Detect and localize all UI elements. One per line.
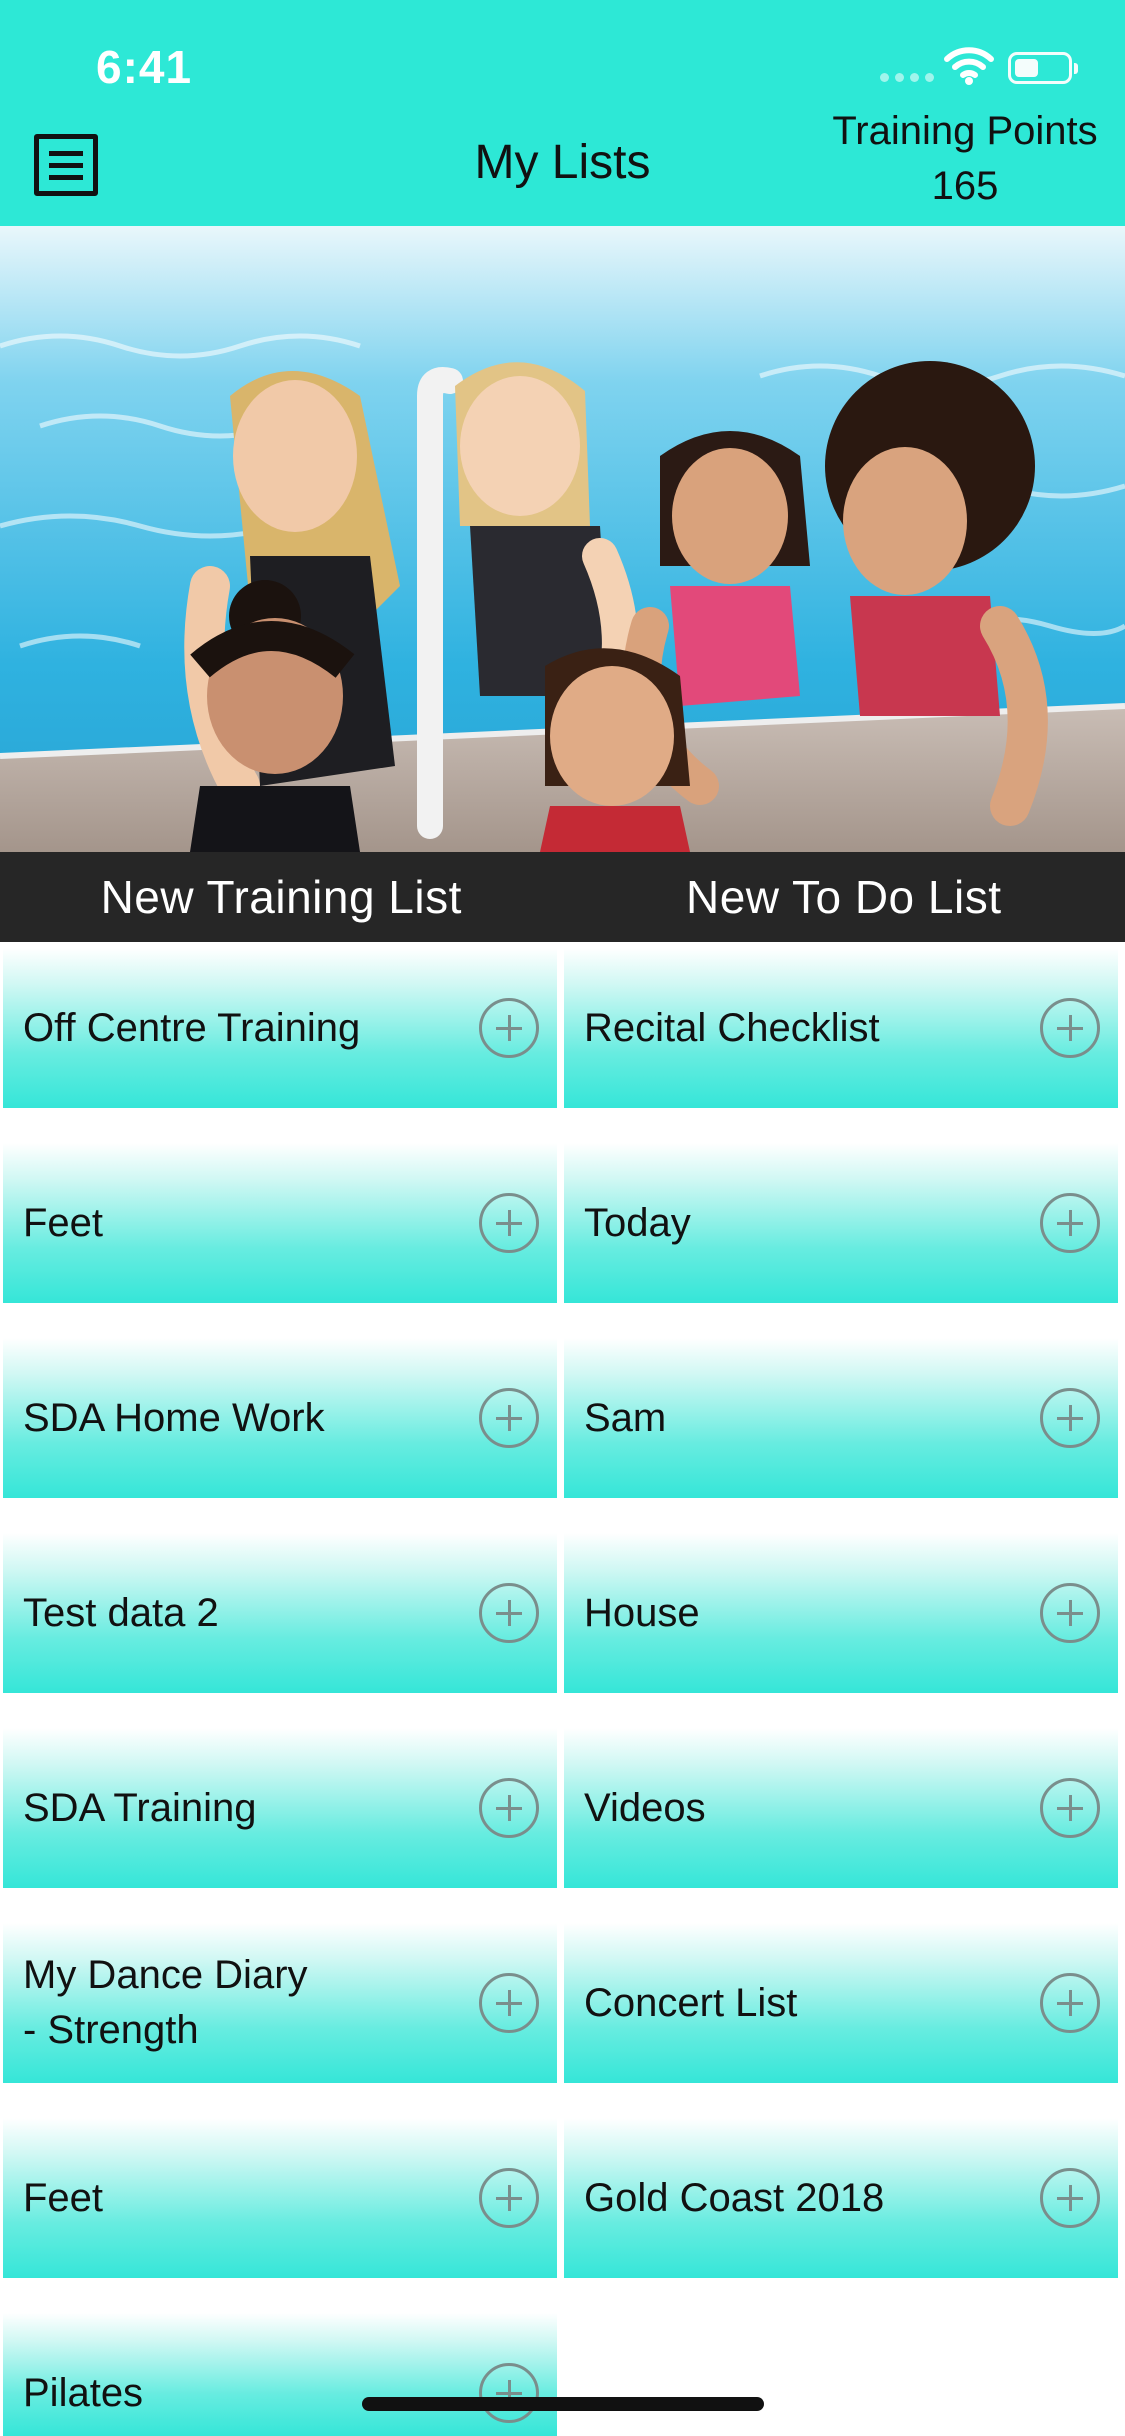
training-list-item[interactable]: Pilates	[3, 2313, 557, 2436]
cellular-icon	[880, 73, 934, 82]
list-item-label: Today	[584, 1200, 691, 1245]
home-indicator[interactable]	[362, 2397, 764, 2411]
training-list-item[interactable]: Off Centre Training	[3, 948, 557, 1108]
wifi-icon	[944, 47, 994, 85]
todo-list-item[interactable]: Sam	[564, 1338, 1118, 1498]
battery-level	[1015, 59, 1038, 77]
todo-list-item[interactable]: Gold Coast 2018	[564, 2118, 1118, 2278]
training-points-label: Training Points	[832, 109, 1098, 153]
top-bar: 6:41 My Lists Training Points 165	[0, 0, 1125, 226]
training-list-item[interactable]: My Dance Diary - Strength	[3, 1923, 557, 2083]
list-item-label: Off Centre Training	[23, 1005, 361, 1050]
todo-list-item[interactable]: Concert List	[564, 1923, 1118, 2083]
list-item-label: Feet	[23, 2175, 104, 2220]
add-circle-icon[interactable]	[1040, 998, 1100, 1058]
todo-list-item[interactable]: Recital Checklist	[564, 948, 1118, 1108]
list-item-label: Concert List	[584, 1980, 798, 2025]
list-item-label: SDA Home Work	[23, 1395, 325, 1440]
list-item-label: Gold Coast 2018	[584, 2175, 885, 2220]
list-item-label: Test data 2	[23, 1590, 219, 1635]
todo-list-item[interactable]: Today	[564, 1143, 1118, 1303]
add-circle-icon[interactable]	[479, 1193, 539, 1253]
list-item-label: Recital Checklist	[584, 1005, 880, 1050]
battery-icon	[1008, 52, 1078, 84]
new-todo-list-button[interactable]: New To Do List	[563, 852, 1125, 942]
add-circle-icon[interactable]	[479, 1583, 539, 1643]
training-list-item[interactable]: Feet	[3, 1143, 557, 1303]
training-points-value: 165	[931, 164, 999, 208]
list-item-label: SDA Training	[23, 1785, 257, 1830]
list-item-label: Videos	[584, 1785, 706, 1830]
todo-list-item[interactable]: Videos	[564, 1728, 1118, 1888]
training-list-item[interactable]: Feet	[3, 2118, 557, 2278]
training-list-item[interactable]: SDA Training	[3, 1728, 557, 1888]
new-training-list-button[interactable]: New Training List	[0, 852, 563, 942]
add-circle-icon[interactable]	[1040, 1388, 1100, 1448]
training-points: Training Points 165	[812, 104, 1118, 214]
action-bar: New Training List New To Do List	[0, 852, 1125, 942]
add-circle-icon[interactable]	[1040, 1583, 1100, 1643]
add-circle-icon[interactable]	[1040, 1778, 1100, 1838]
add-circle-icon[interactable]	[1040, 1193, 1100, 1253]
todo-list-item[interactable]: House	[564, 1533, 1118, 1693]
add-circle-icon[interactable]	[479, 1778, 539, 1838]
hero-photo	[0, 226, 1125, 852]
status-time: 6:41	[96, 41, 193, 93]
list-item-label: My Dance Diary - Strength	[23, 1953, 308, 2052]
list-item-label: Feet	[23, 1200, 104, 1245]
training-list-item[interactable]: Test data 2	[3, 1533, 557, 1693]
app-screen: 6:41 My Lists Training Points 165 New Tr…	[0, 0, 1125, 2436]
add-circle-icon[interactable]	[1040, 1973, 1100, 2033]
add-circle-icon[interactable]	[479, 998, 539, 1058]
add-circle-icon[interactable]	[479, 2168, 539, 2228]
list-item-label: House	[584, 1590, 700, 1635]
group-photo	[0, 226, 1125, 852]
add-circle-icon[interactable]	[479, 1973, 539, 2033]
list-item-label: Sam	[584, 1395, 667, 1440]
list-item-label: Pilates	[23, 2370, 144, 2415]
add-circle-icon[interactable]	[479, 1388, 539, 1448]
add-circle-icon[interactable]	[1040, 2168, 1100, 2228]
add-circle-icon[interactable]	[479, 2363, 539, 2423]
training-list-item[interactable]: SDA Home Work	[3, 1338, 557, 1498]
